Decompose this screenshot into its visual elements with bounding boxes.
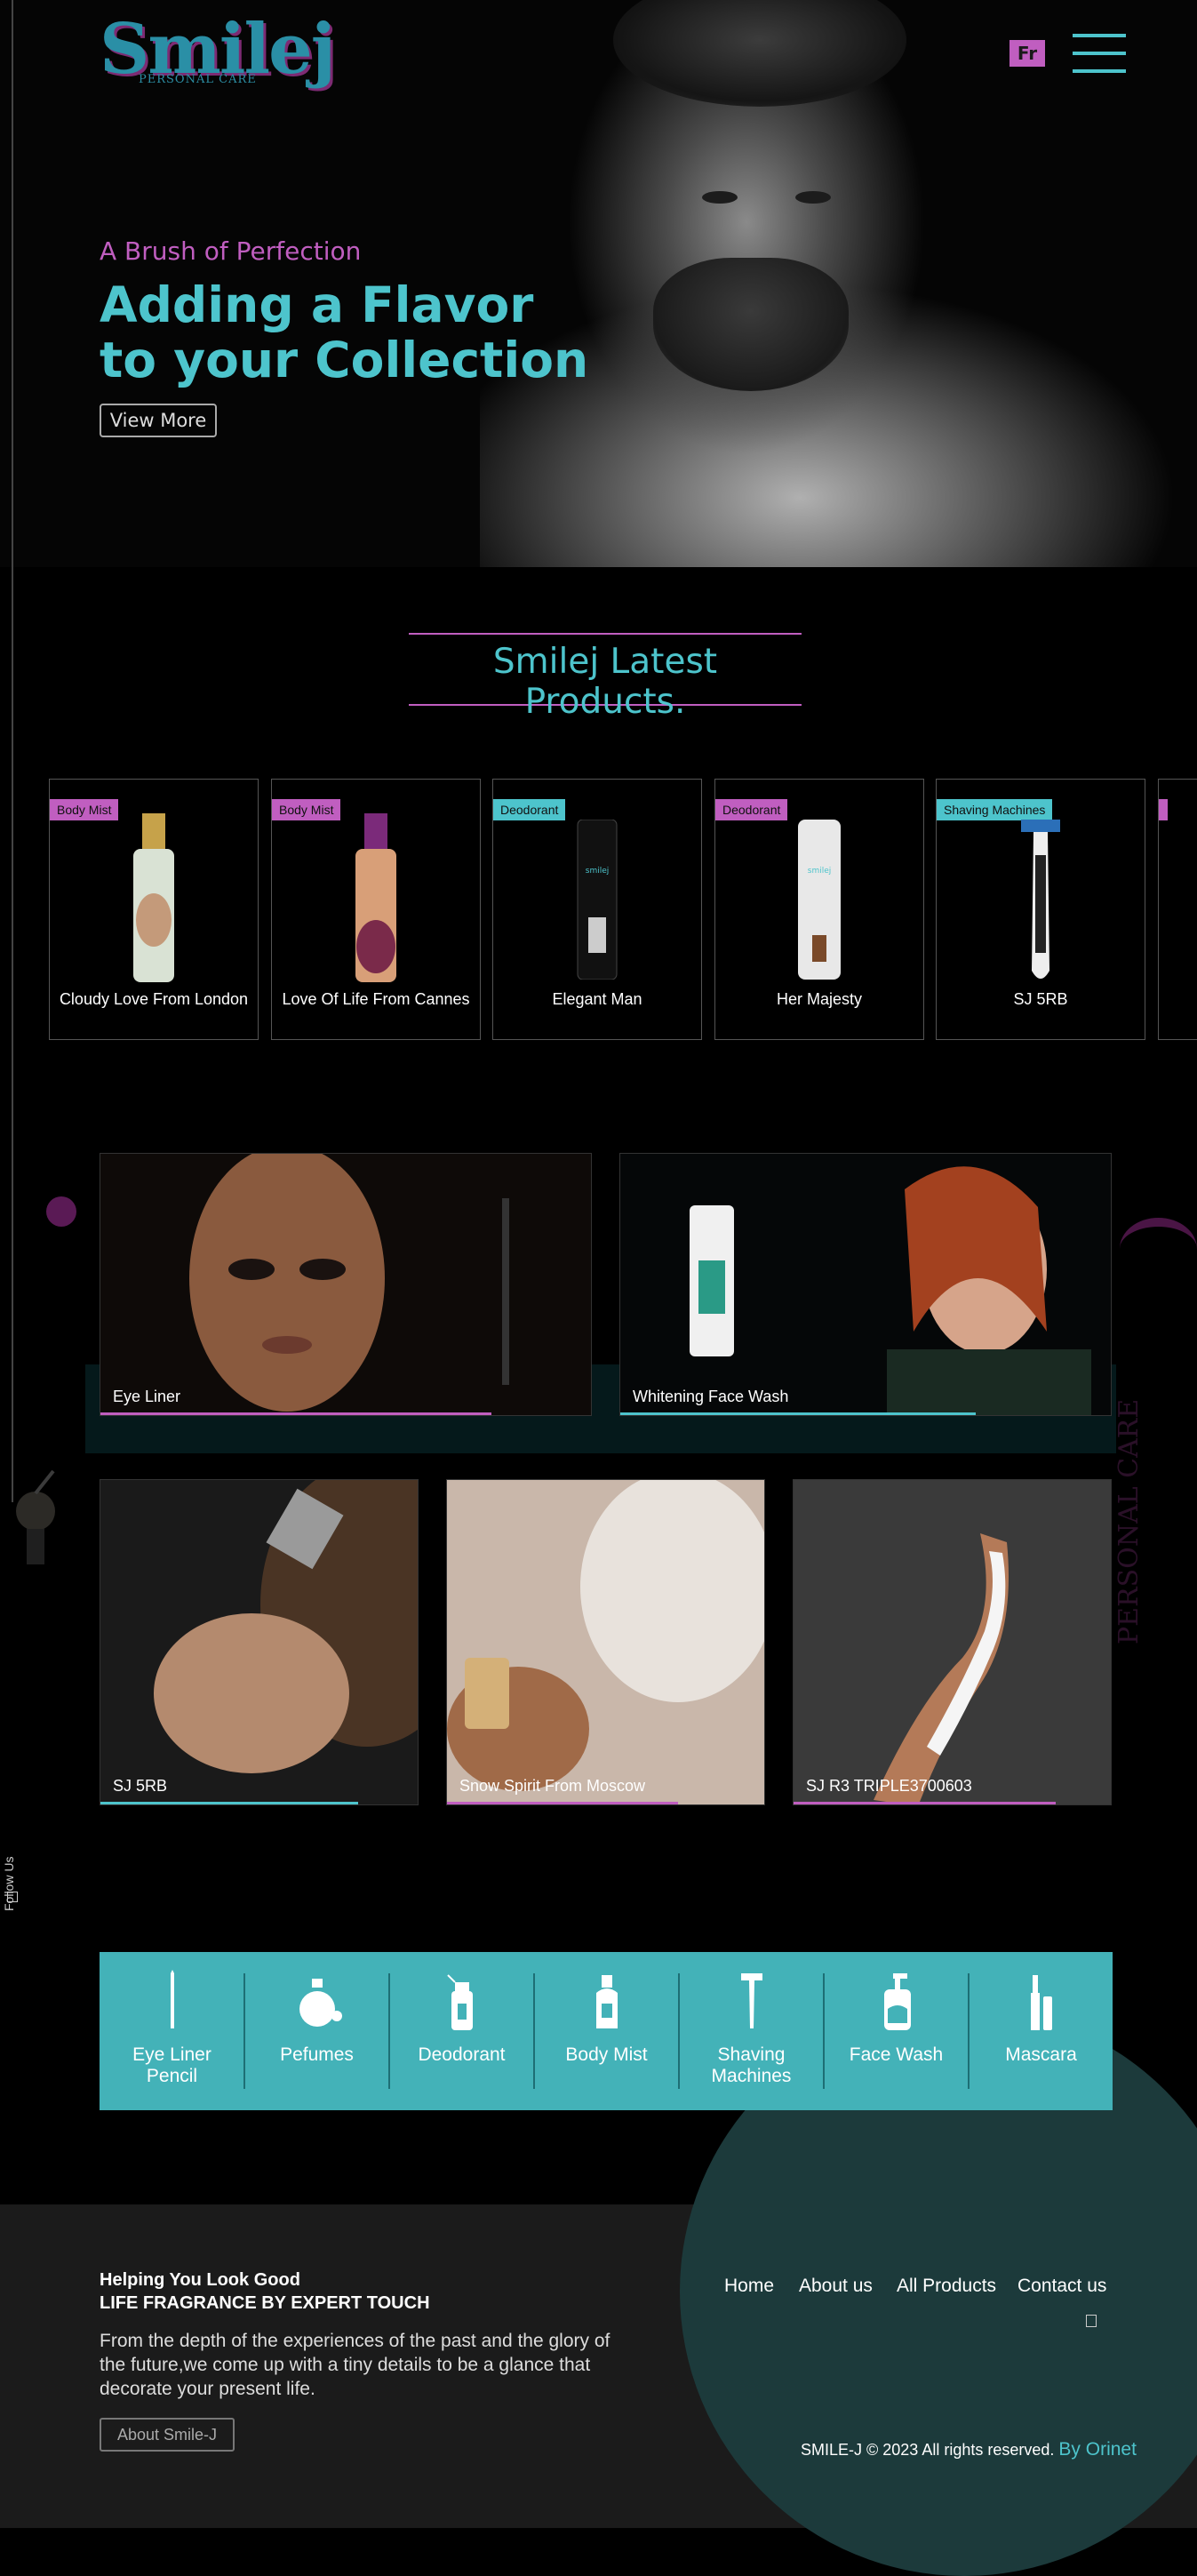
product-card[interactable]: Body Mist Love Of Life From Cannes: [271, 779, 481, 1040]
product-image: [133, 813, 174, 982]
decor-swirl: [1120, 1218, 1197, 1280]
product-card[interactable]: Shaving Machines SJ 5RB: [936, 779, 1145, 1040]
developer-link[interactable]: By Orinet: [1058, 2439, 1137, 2460]
category-body-mist[interactable]: Body Mist: [534, 1952, 679, 2110]
about-smile-j-button[interactable]: About Smile-J: [100, 2418, 235, 2452]
footer-nav-about-us[interactable]: About us: [799, 2276, 873, 2297]
view-more-button[interactable]: View More: [100, 404, 217, 437]
perfume-bottle-icon: [299, 1979, 342, 2027]
copyright-text: SMILE-J © 2023 All rights reserved.: [801, 2441, 1055, 2459]
feature-image: [690, 1166, 1091, 1415]
footer-copyright: SMILE-J © 2023 All rights reserved. By O…: [801, 2439, 1137, 2460]
feature-underline: [100, 1802, 358, 1804]
logo-tagline: PERSONAL CARE: [139, 73, 257, 86]
product-tag: Shaving Machines: [937, 799, 1053, 820]
product-tag: Body Mist: [50, 799, 119, 820]
category-eyeliner-pencil[interactable]: Eye Liner Pencil: [100, 1952, 244, 2110]
mascara-icon: [1030, 1975, 1052, 2030]
product-card[interactable]: Deodorant smilej Elegant Man: [492, 779, 702, 1040]
product-name: SJ 5RB: [1013, 990, 1068, 1008]
side-line: [12, 0, 13, 1502]
product-tag: Body Mist: [272, 799, 341, 820]
footer-nav-all-products[interactable]: All Products: [897, 2276, 996, 2297]
footer-subheading: LIFE FRAGRANCE BY EXPERT TOUCH: [100, 2293, 430, 2313]
follow-us-label[interactable]: Follow Us: [2, 1857, 16, 1911]
product-image: smilej: [577, 820, 618, 980]
category-perfumes[interactable]: Pefumes: [244, 1952, 389, 2110]
hero-title-line1: Adding a Flavor: [100, 276, 534, 333]
category-shaving-machines[interactable]: Shaving Machines: [679, 1952, 824, 2110]
feature-card-eye-liner[interactable]: Eye Liner: [100, 1153, 592, 1416]
product-card[interactable]: Body Mist Cloudy Love From London: [49, 779, 259, 1040]
hero-subtitle: A Brush of Perfection: [100, 236, 362, 266]
decor-cartoon: [0, 1467, 71, 1573]
feature-underline: [794, 1802, 1056, 1804]
svg-text:smilej: smilej: [808, 867, 832, 876]
footer-nav-contact-us[interactable]: Contact us: [1017, 2276, 1106, 2297]
product-name: Cloudy Love From London: [59, 990, 249, 1008]
deodorant-spray-icon: [446, 1974, 473, 2030]
feature-image: [189, 1154, 509, 1412]
product-image: [1021, 820, 1060, 979]
feature-label: SJ 5RB: [113, 1777, 168, 1795]
feature-underline: [100, 1412, 491, 1415]
latest-products-title: Smilej Latest Products.: [492, 642, 718, 722]
hero-title-line2: to your Collection: [100, 332, 589, 388]
feature-card-sj-5rb[interactable]: SJ 5RB: [100, 1479, 419, 1805]
social-icon[interactable]: [1086, 2315, 1097, 2327]
body-mist-bottle-icon: [595, 1975, 618, 2028]
hamburger-icon[interactable]: [1073, 34, 1126, 73]
eyeliner-pencil-icon: [170, 1970, 174, 2028]
feature-label: Snow Spirit From Moscow: [459, 1777, 646, 1795]
feature-card-whitening-face-wash[interactable]: Whitening Face Wash: [619, 1153, 1112, 1416]
product-card-partial[interactable]: [1158, 779, 1197, 1040]
category-mascara[interactable]: Mascara: [969, 1952, 1113, 2110]
category-deodorant[interactable]: Deodorant: [389, 1952, 534, 2110]
product-image: [355, 813, 396, 982]
site-logo[interactable]: Smilej PERSONAL CARE: [100, 9, 336, 107]
feature-underline: [447, 1802, 678, 1804]
product-tag: Deodorant: [715, 799, 788, 820]
feature-card-snow-spirit[interactable]: Snow Spirit From Moscow: [446, 1479, 765, 1805]
product-name: Her Majesty: [776, 990, 863, 1008]
feature-image: [154, 1480, 418, 1773]
footer-nav-home[interactable]: Home: [724, 2276, 774, 2297]
product-card[interactable]: Deodorant smilej Her Majesty: [714, 779, 924, 1040]
feature-card-sj-r3[interactable]: SJ R3 TRIPLE3700603: [793, 1479, 1112, 1805]
face-wash-pump-icon: [883, 1973, 911, 2030]
feature-image: [794, 1480, 1111, 1804]
product-name: Elegant Man: [552, 990, 642, 1008]
feature-underline: [620, 1412, 976, 1415]
feature-label: Whitening Face Wash: [633, 1388, 789, 1405]
footer-heading: Helping You Look Good: [100, 2270, 300, 2290]
language-toggle-button[interactable]: Fr: [1009, 40, 1045, 67]
razor-icon: [740, 1973, 762, 2028]
product-image: smilej: [798, 820, 841, 980]
product-name: Love Of Life From Cannes: [282, 990, 470, 1008]
feature-image: [447, 1480, 764, 1804]
feature-label: SJ R3 TRIPLE3700603: [806, 1777, 972, 1795]
hero-title: Adding a Flavor to your Collection: [100, 277, 588, 388]
svg-text:smilej: smilej: [586, 867, 610, 876]
svg-text:PERSONAL CARE: PERSONAL CARE: [1113, 1399, 1145, 1644]
footer-paragraph: From the depth of the experiences of the…: [100, 2331, 610, 2399]
feature-label: Eye Liner: [113, 1388, 181, 1405]
product-tag: Deodorant: [493, 799, 566, 820]
category-face-wash[interactable]: Face Wash: [824, 1952, 969, 2110]
decor-circle: [46, 1196, 76, 1227]
category-bar: Eye Liner Pencil Pefumes Deodorant Body M…: [100, 1952, 1113, 2110]
